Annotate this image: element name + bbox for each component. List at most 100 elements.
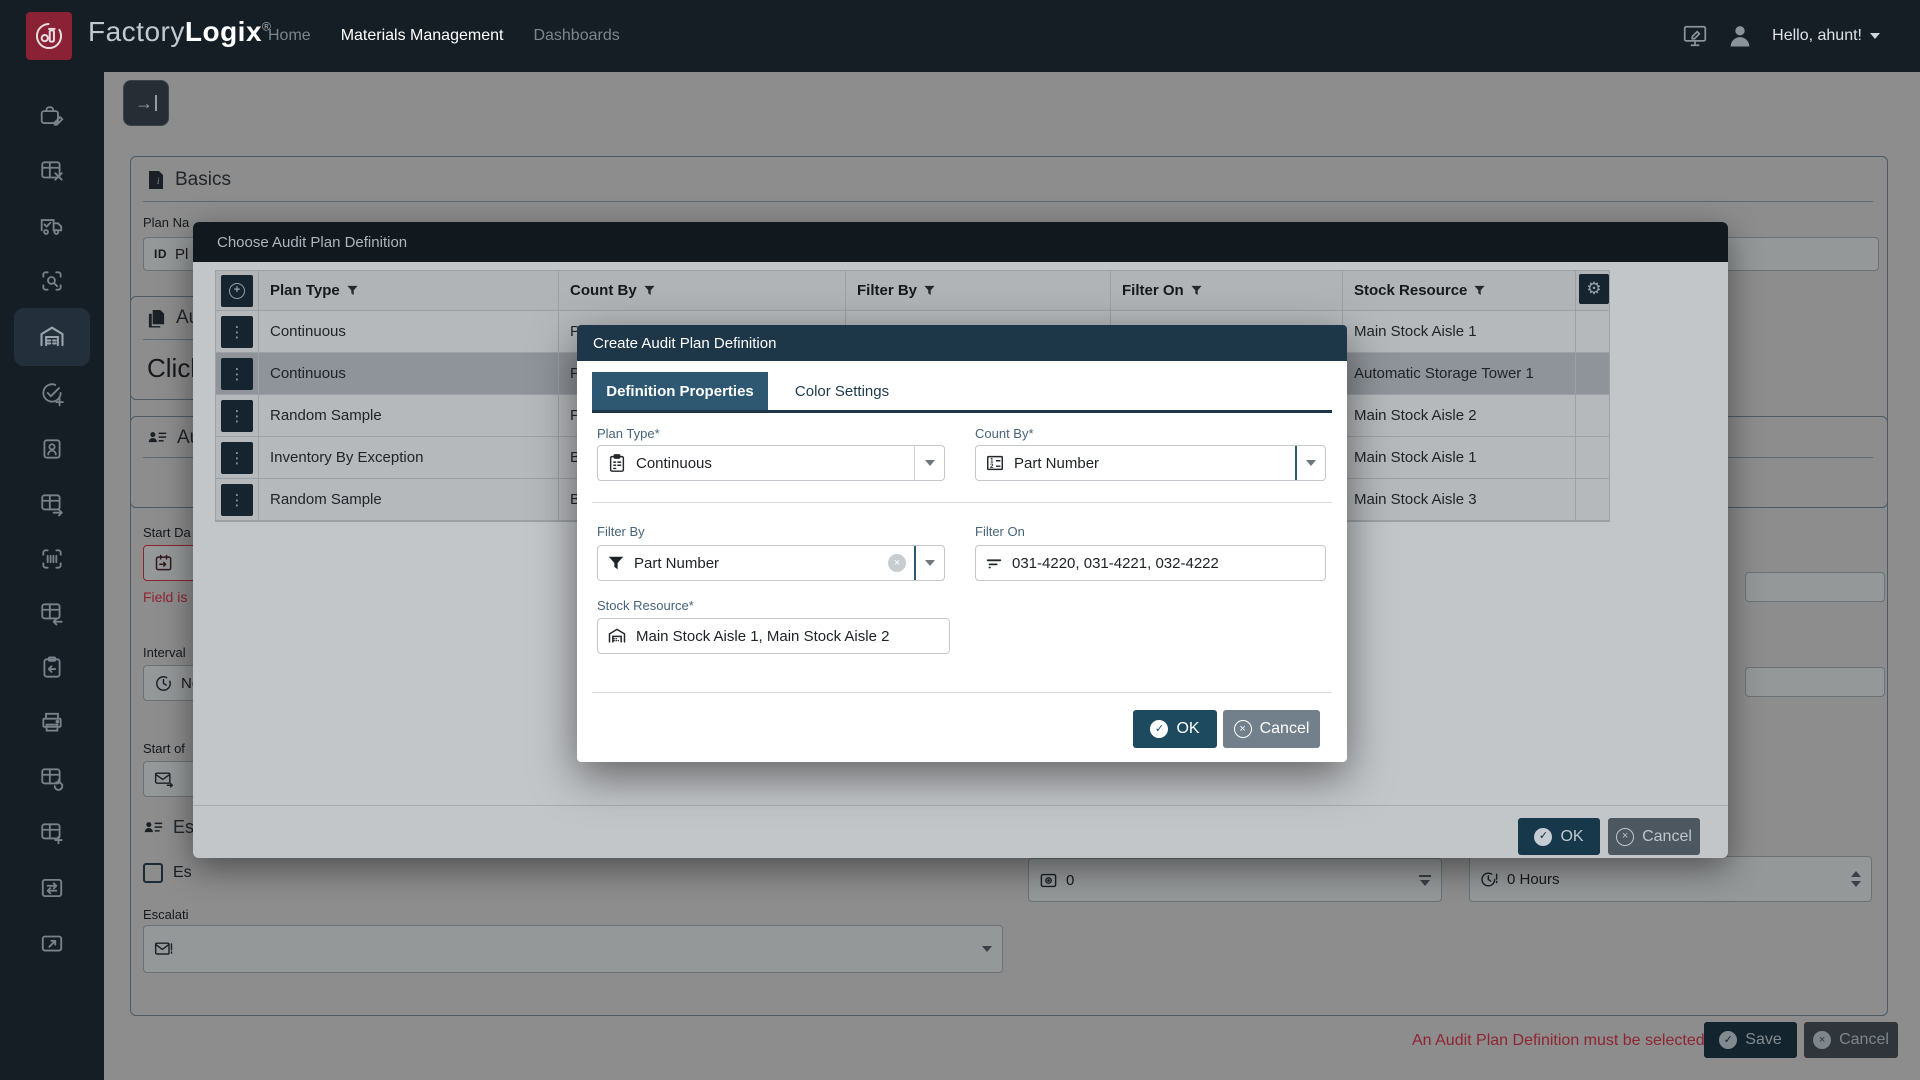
filter-funnel-icon[interactable]: [1191, 285, 1202, 296]
envelope-arrow-icon: [154, 770, 174, 788]
chevron-down-icon: [1870, 33, 1880, 39]
sidebar-item-scan-search[interactable]: [14, 255, 90, 307]
panel-collapse-toggle[interactable]: →: [123, 80, 169, 126]
sidebar-item-id-card[interactable]: [14, 423, 90, 475]
cell-plan-type[interactable]: Continuous: [259, 311, 559, 353]
filter-funnel-icon[interactable]: [924, 285, 935, 296]
check-circle-icon: ✓: [1534, 828, 1552, 846]
stock-resource-input[interactable]: Main Stock Aisle 1, Main Stock Aisle 2: [597, 618, 950, 654]
choose-modal-titlebar: Choose Audit Plan Definition: [193, 222, 1728, 262]
tab-color-settings[interactable]: Color Settings: [782, 372, 902, 410]
col-header-filter-by[interactable]: Filter By: [846, 271, 1111, 311]
page-cancel-button[interactable]: × Cancel: [1804, 1022, 1898, 1058]
cell-plan-type[interactable]: Random Sample: [259, 395, 559, 437]
factorylogix-logo[interactable]: [26, 12, 72, 60]
sidebar-item-table-refresh[interactable]: [14, 752, 90, 804]
monitor-edit-icon[interactable]: [1682, 23, 1708, 49]
nav-dashboards[interactable]: Dashboards: [533, 27, 619, 45]
clear-filter-icon[interactable]: ×: [888, 554, 906, 572]
sidebar-item-check-plus[interactable]: [14, 368, 90, 420]
row-menu-button[interactable]: ⋮: [221, 316, 253, 348]
sidebar-item-table-arrow-left[interactable]: [14, 587, 90, 639]
sidebar-item-clipboard-arrow[interactable]: [14, 642, 90, 694]
filter-by-select[interactable]: Part Number ×: [597, 545, 945, 581]
scan-search-icon: [39, 268, 65, 294]
right-side-input-2[interactable]: [1745, 667, 1885, 697]
sidebar-item-table-plus[interactable]: [14, 807, 90, 859]
start-date-label: Start Da: [143, 525, 191, 540]
sidebar-item-warehouse[interactable]: [14, 308, 90, 366]
create-modal-cancel-button[interactable]: × Cancel: [1223, 710, 1320, 748]
save-button[interactable]: ✓ Save: [1704, 1022, 1797, 1058]
col-header-stock-resource[interactable]: Stock Resource: [1343, 271, 1576, 311]
sidebar-item-barcode-scan[interactable]: [14, 533, 90, 585]
sidebar-item-printer[interactable]: [14, 697, 90, 749]
row-menu-button[interactable]: ⋮: [221, 358, 253, 390]
hours-spinner[interactable]: [1851, 871, 1861, 887]
tab-definition-properties[interactable]: Definition Properties: [592, 372, 768, 410]
counter-icon: [1039, 871, 1058, 890]
cell-plan-type[interactable]: Inventory By Exception: [259, 437, 559, 479]
filter-by-dropdown-button[interactable]: [914, 546, 944, 580]
escalation-emails-input[interactable]: [143, 925, 1003, 973]
count-by-value: Part Number: [1014, 455, 1099, 472]
choose-modal-title: Choose Audit Plan Definition: [217, 234, 407, 251]
filter-funnel-icon[interactable]: [644, 285, 655, 296]
plan-type-select[interactable]: Continuous: [597, 445, 945, 481]
id-icon: ID: [154, 247, 167, 261]
cell-stock-resource[interactable]: Main Stock Aisle 3: [1343, 479, 1576, 521]
field-required-error: Field is: [143, 589, 187, 605]
escalation-checkbox[interactable]: [143, 863, 163, 883]
choose-modal-cancel-button[interactable]: × Cancel: [1608, 818, 1700, 855]
create-modal-ok-button[interactable]: ✓ OK: [1133, 710, 1217, 748]
count-by-dropdown-button[interactable]: [1295, 446, 1325, 480]
divider: [143, 201, 1873, 202]
gear-icon: ⚙: [1586, 279, 1601, 299]
pages-icon: [147, 309, 166, 328]
header-add-cell: +: [216, 271, 259, 311]
row-menu-button[interactable]: ⋮: [221, 442, 253, 474]
add-row-button[interactable]: +: [221, 275, 253, 307]
dropdown-arrow-icon[interactable]: [982, 946, 992, 952]
cell-stock-resource[interactable]: Main Stock Aisle 2: [1343, 395, 1576, 437]
cell-stock-resource[interactable]: Automatic Storage Tower 1: [1343, 353, 1576, 395]
cell-stock-resource[interactable]: Main Stock Aisle 1: [1343, 437, 1576, 479]
main-nav: Home Materials Management Dashboards: [268, 0, 620, 72]
table-arrow-left-icon: [39, 600, 65, 626]
modal-footer-divider: [193, 805, 1728, 806]
count-by-label: Count By*: [975, 426, 1034, 441]
hours-input[interactable]: 0 Hours: [1469, 856, 1872, 902]
cell-settings: [1576, 311, 1609, 353]
cell-plan-type[interactable]: Continuous: [259, 353, 559, 395]
nav-materials-management[interactable]: Materials Management: [341, 27, 504, 45]
grid-settings-button[interactable]: ⚙: [1579, 274, 1609, 304]
sidebar-item-table-arrow-right[interactable]: [14, 478, 90, 530]
count-spinner[interactable]: [1419, 875, 1431, 886]
row-menu-button[interactable]: ⋮: [221, 484, 253, 516]
sidebar-item-box-arrow[interactable]: [14, 917, 90, 969]
nav-home[interactable]: Home: [268, 27, 311, 45]
choose-modal-ok-button[interactable]: ✓ OK: [1518, 818, 1600, 855]
sidebar-item-table-transfer[interactable]: [14, 862, 90, 914]
sidebar-item-truck-check[interactable]: [14, 200, 90, 252]
check-circle-icon: ✓: [1719, 1031, 1737, 1049]
filter-on-input[interactable]: 031-4220, 031-4221, 032-4222: [975, 545, 1326, 581]
col-header-filter-on[interactable]: Filter On: [1111, 271, 1343, 311]
col-header-plan-type[interactable]: Plan Type: [259, 271, 559, 311]
count-by-select[interactable]: 12 Part Number: [975, 445, 1326, 481]
filter-funnel-icon[interactable]: [1474, 285, 1485, 296]
sidebar-item-briefcase-edit[interactable]: [14, 90, 90, 142]
stock-resource-label: Stock Resource*: [597, 598, 694, 613]
row-menu-button[interactable]: ⋮: [221, 400, 253, 432]
plan-type-dropdown-button[interactable]: [914, 446, 944, 480]
cell-plan-type[interactable]: Random Sample: [259, 479, 559, 521]
right-side-input-1[interactable]: [1745, 572, 1885, 602]
cell-stock-resource[interactable]: Main Stock Aisle 1: [1343, 311, 1576, 353]
user-icon[interactable]: [1726, 22, 1754, 50]
sidebar-item-table-x[interactable]: [14, 145, 90, 197]
start-of-label: Start of: [143, 741, 185, 756]
escalation-count-input[interactable]: 0: [1028, 858, 1442, 902]
user-menu[interactable]: Hello, ahunt!: [1772, 27, 1880, 45]
filter-funnel-icon[interactable]: [347, 285, 358, 296]
col-header-count-by[interactable]: Count By: [559, 271, 846, 311]
